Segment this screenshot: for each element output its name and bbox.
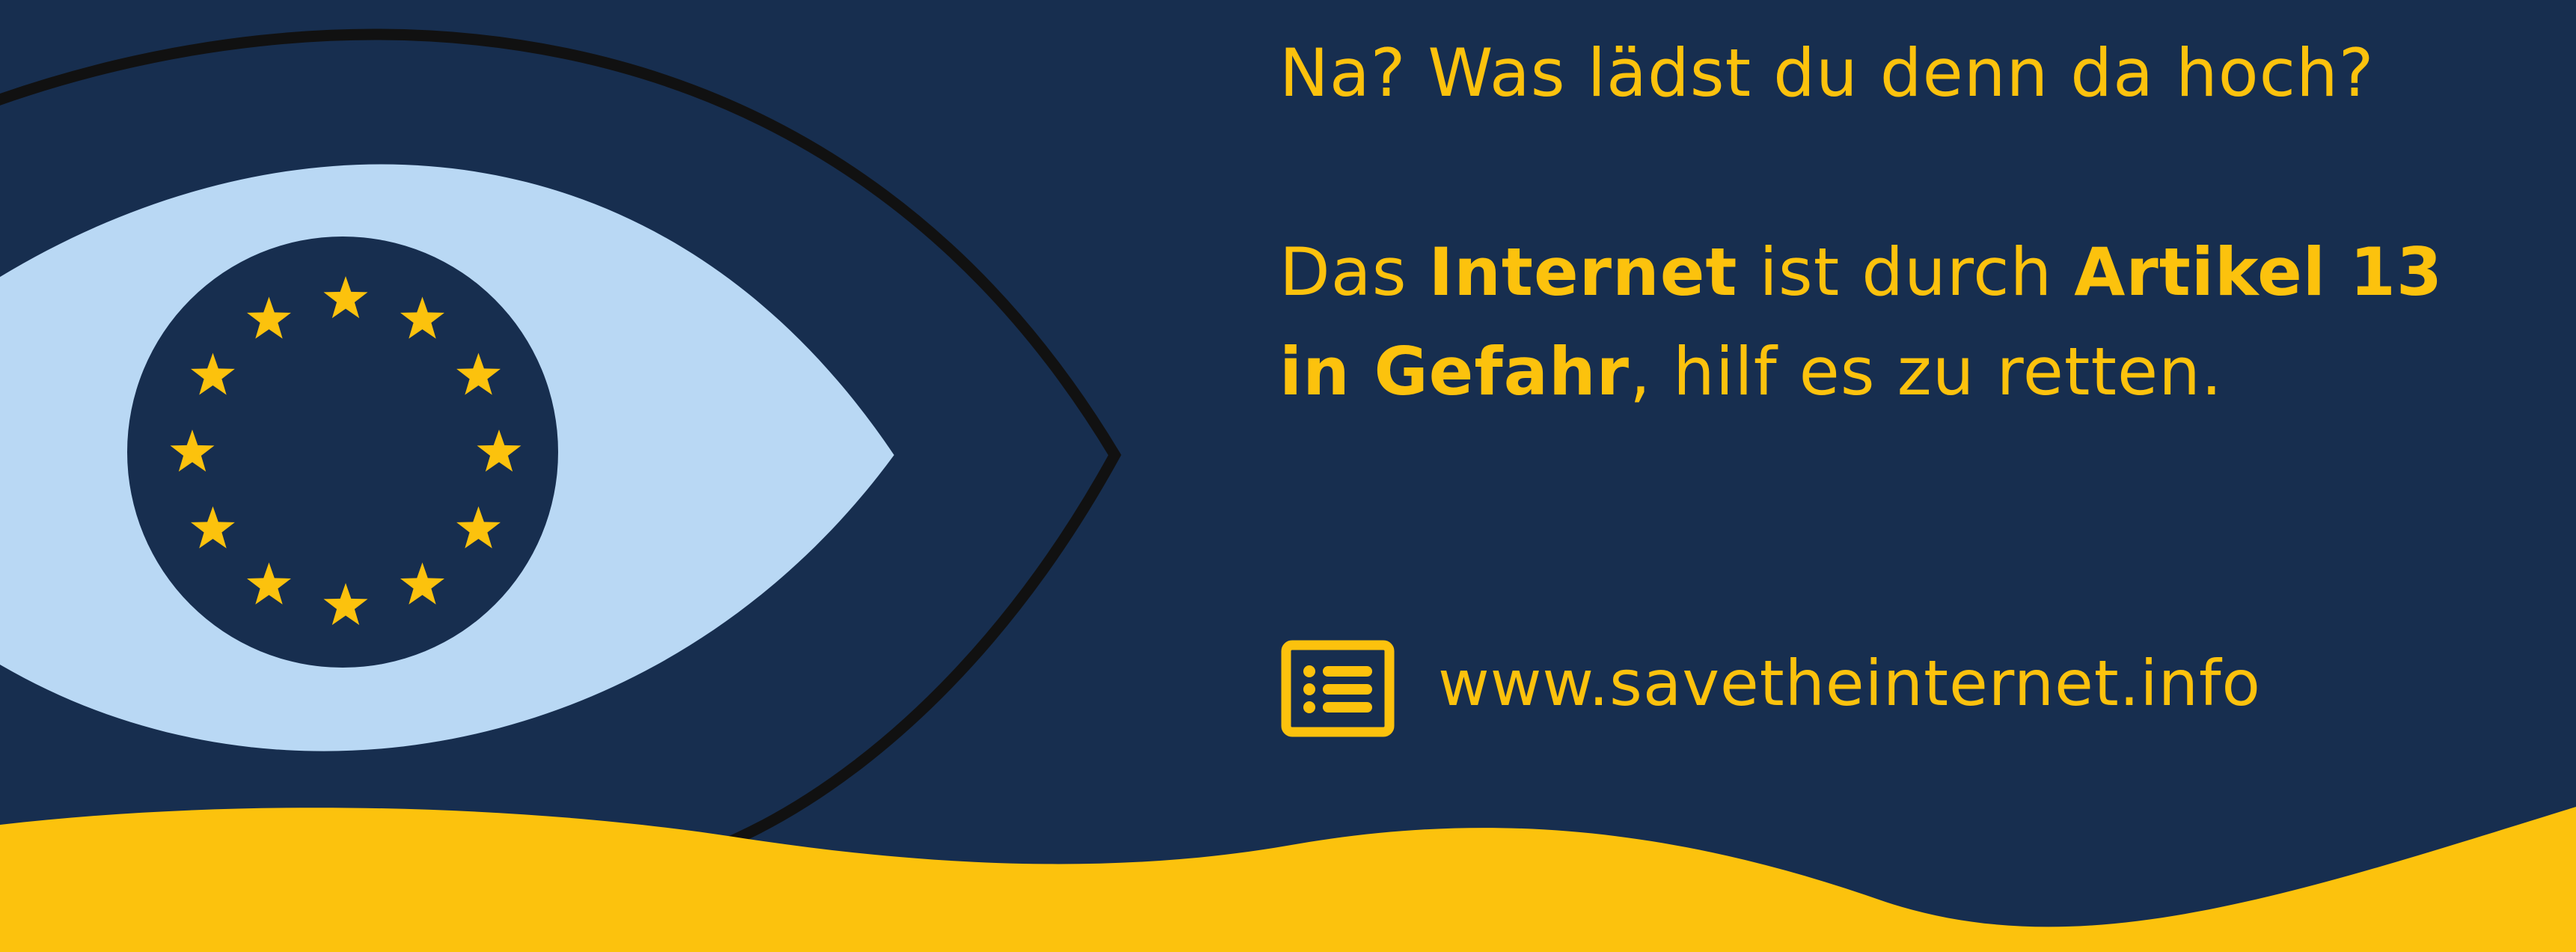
message-text: Das (1279, 234, 1429, 311)
message-line-2: in Gefahr, hilf es zu retten. (1279, 330, 2223, 414)
yellow-wave (0, 807, 2576, 952)
poster-artwork (0, 28, 2576, 952)
list-document-icon (1281, 640, 1395, 737)
message-bold-danger: in Gefahr (1279, 333, 1630, 410)
message-line-1: Das Internet ist durch Artikel 13 (1279, 231, 2443, 314)
message-bold-article: Artikel 13 (2074, 234, 2444, 311)
message-bold-internet: Internet (1428, 234, 1738, 311)
question-heading: Na? Was lädst du denn da hoch? (1279, 34, 2375, 112)
message-text: , hilf es zu retten. (1630, 333, 2223, 410)
message-text: ist durch (1737, 234, 2075, 311)
website-link[interactable]: www.savetheinternet.info (1438, 642, 2261, 724)
